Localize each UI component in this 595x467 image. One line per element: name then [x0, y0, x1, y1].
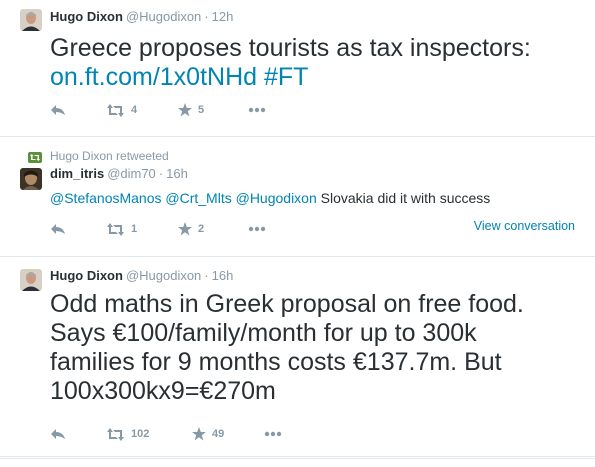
separator-dot: ·: [204, 268, 209, 283]
timestamp[interactable]: 16h: [212, 268, 234, 283]
retweet-icon: [107, 103, 124, 117]
star-icon: [178, 222, 192, 236]
retweet-icon: [107, 427, 124, 441]
retweet-button[interactable]: 4: [106, 102, 137, 118]
tweet-header: Hugo Dixon @Hugodixon · 16h: [50, 267, 233, 285]
tweet-header: Hugo Dixon @Hugodixon · 12h: [50, 8, 233, 26]
avatar[interactable]: [20, 269, 42, 291]
mention-link[interactable]: @Hugodixon: [236, 190, 317, 206]
reply-button[interactable]: [50, 102, 66, 118]
reply-button[interactable]: [50, 221, 66, 237]
retweet-badge-icon: [28, 152, 42, 163]
tweet-text: Odd maths in Greek proposal on free food…: [50, 290, 590, 406]
star-icon: [192, 427, 206, 441]
tweet-header: dim_itris @dim70 · 16h: [50, 165, 188, 183]
timeline-divider: [0, 458, 595, 459]
tweet-text: Greece proposes tourists as tax inspecto…: [50, 34, 580, 92]
retweet-count: 4: [131, 104, 138, 116]
more-button[interactable]: [248, 221, 266, 237]
favorite-button[interactable]: 2: [178, 221, 204, 237]
retweet-button[interactable]: 1: [106, 221, 137, 237]
reply-icon: [51, 429, 65, 439]
star-icon: [178, 103, 192, 117]
more-icon: [264, 431, 282, 437]
separator-dot: ·: [204, 9, 209, 24]
tweet-actions: 4 5: [50, 102, 580, 118]
favorite-count: 49: [212, 428, 225, 440]
favorite-button[interactable]: 49: [192, 426, 224, 442]
view-conversation-link[interactable]: View conversation: [474, 219, 575, 233]
avatar[interactable]: [20, 9, 42, 31]
more-button[interactable]: [264, 426, 282, 442]
tweet-text-line: Odd maths in Greek proposal on free food…: [50, 290, 524, 318]
author-name[interactable]: Hugo Dixon: [50, 268, 123, 283]
retweet-context[interactable]: Hugo Dixon retweeted: [50, 149, 169, 163]
retweet-icon: [107, 222, 124, 236]
tweet-text-line: Greece proposes tourists as tax inspecto…: [50, 34, 531, 62]
favorite-count: 2: [198, 223, 205, 235]
tweet-text: @StefanosManos @Crt_Mlts @Hugodixon Slov…: [50, 189, 490, 207]
more-icon: [248, 107, 266, 113]
retweet-button[interactable]: 102: [106, 426, 149, 442]
reply-icon: [51, 105, 65, 115]
retweet-count: 102: [131, 428, 150, 440]
tweet[interactable]: Hugo Dixon @Hugodixon · 12h Greece proposes…: [0, 0, 595, 137]
author-handle[interactable]: @Hugodixon: [126, 9, 201, 24]
author-name[interactable]: Hugo Dixon: [50, 9, 123, 24]
reply-icon: [51, 224, 65, 234]
avatar[interactable]: [20, 168, 42, 190]
retweet-count: 1: [131, 223, 138, 235]
tweet[interactable]: Hugo Dixon @Hugodixon · 16h Odd maths in Gr…: [0, 258, 595, 457]
mention-link[interactable]: @Crt_Mlts: [165, 190, 231, 206]
retweet-context-badge: [28, 150, 42, 163]
favorite-button[interactable]: 5: [178, 102, 204, 118]
tweet-text-line: on.ft.com/1x0tNHd #FT: [50, 63, 580, 92]
hashtag-link[interactable]: #FT: [264, 63, 308, 91]
author-handle[interactable]: @dim70: [107, 166, 156, 181]
tweet-link[interactable]: on.ft.com/1x0tNHd: [50, 63, 257, 91]
tweet-text-line: Says €100/family/month for up to 300k: [50, 319, 477, 347]
more-icon: [248, 226, 266, 232]
tweet-text-line: families for 9 months costs €137.7m. But: [50, 348, 502, 376]
timestamp[interactable]: 16h: [166, 166, 188, 181]
tweet-text-line: 100x300kx9=€270m: [50, 377, 276, 405]
reply-button[interactable]: [50, 426, 66, 442]
timestamp[interactable]: 12h: [212, 9, 234, 24]
mention-link[interactable]: @StefanosManos: [50, 190, 162, 206]
tweet-actions: 102 49: [50, 426, 580, 442]
hugo-dixon-avatar-icon: [20, 9, 42, 31]
author-name[interactable]: dim_itris: [50, 166, 104, 181]
hugo-dixon-avatar-icon: [20, 269, 42, 291]
separator-dot: ·: [158, 166, 164, 181]
author-handle[interactable]: @Hugodixon: [126, 268, 201, 283]
tweet-timeline: Hugo Dixon @Hugodixon · 12h Greece proposes…: [0, 0, 595, 467]
tweet[interactable]: Hugo Dixon retweeted dim_itris @dim70 · 16h…: [0, 138, 595, 257]
more-button[interactable]: [248, 102, 266, 118]
dim-itris-avatar-icon: [20, 168, 42, 190]
tweet-text-plain: Slovakia did it with success: [320, 190, 491, 206]
favorite-count: 5: [198, 104, 205, 116]
